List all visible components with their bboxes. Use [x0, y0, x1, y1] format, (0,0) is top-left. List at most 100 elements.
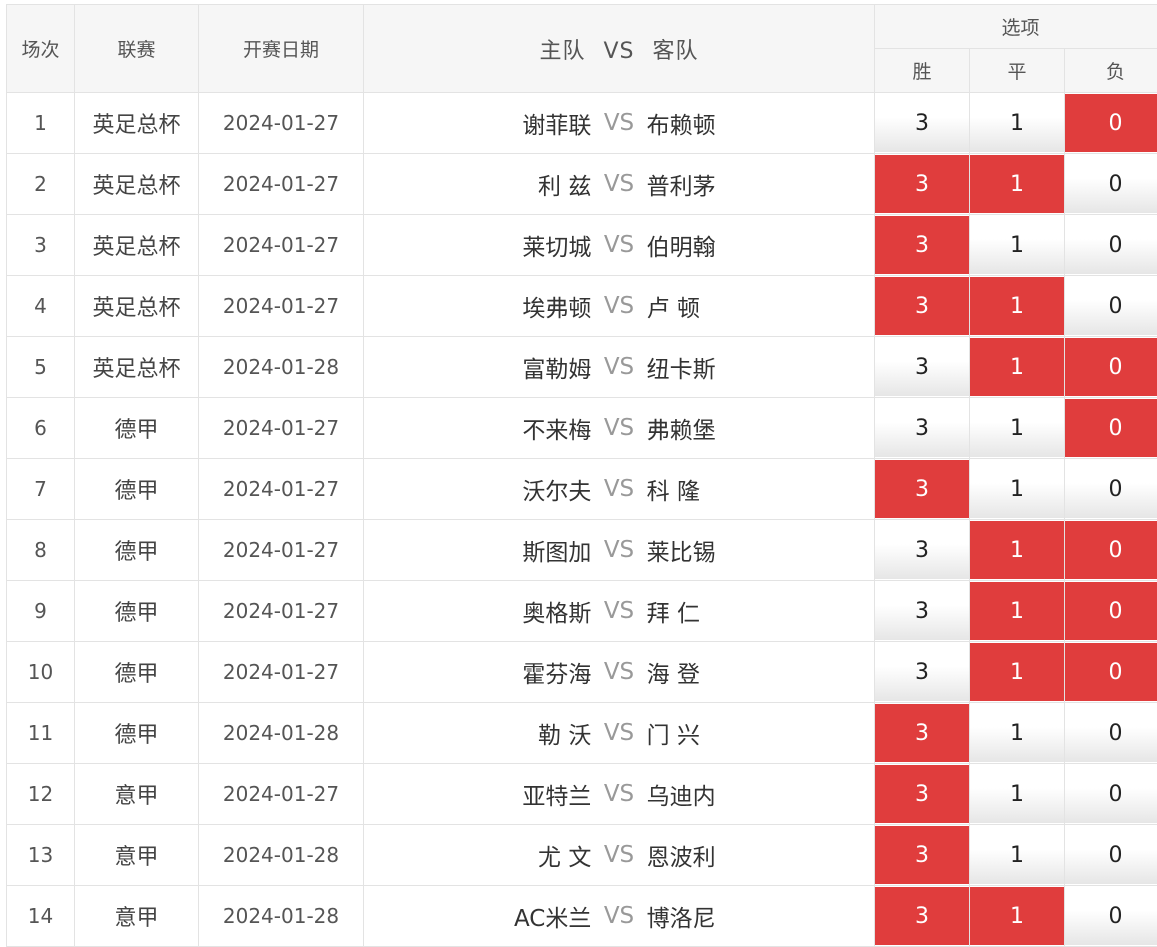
draw-option-button[interactable]: 1 — [970, 826, 1064, 884]
match-index: 12 — [7, 764, 75, 825]
away-team: 海 登 — [647, 655, 874, 689]
draw-option-button[interactable]: 1 — [970, 277, 1064, 335]
draw-option-button[interactable]: 1 — [970, 216, 1064, 274]
draw-option-button[interactable]: 1 — [970, 887, 1064, 945]
match-league: 德甲 — [75, 642, 199, 703]
home-team: 斯图加 — [364, 533, 591, 567]
draw-option-button[interactable]: 1 — [970, 460, 1064, 518]
match-teams: 埃弗顿VS卢 顿 — [364, 276, 875, 337]
lose-option-button[interactable]: 0 — [1065, 765, 1157, 823]
table-row: 10德甲2024-01-27霍芬海VS海 登310 — [7, 642, 1157, 703]
lose-option-button[interactable]: 0 — [1065, 155, 1157, 213]
home-team: 富勒姆 — [364, 350, 591, 384]
lose-option-button[interactable]: 0 — [1065, 216, 1157, 274]
lose-option-button[interactable]: 0 — [1065, 887, 1157, 945]
home-team: 勒 沃 — [364, 716, 591, 750]
win-cell: 3 — [875, 520, 970, 581]
win-option-button[interactable]: 3 — [875, 216, 969, 274]
draw-cell: 1 — [970, 886, 1065, 947]
match-teams: 沃尔夫VS科 隆 — [364, 459, 875, 520]
lose-option-button[interactable]: 0 — [1065, 521, 1157, 579]
draw-option-button[interactable]: 1 — [970, 765, 1064, 823]
lose-cell: 0 — [1065, 764, 1157, 825]
home-team: 谢菲联 — [364, 106, 591, 140]
draw-option-button[interactable]: 1 — [970, 704, 1064, 762]
match-index: 5 — [7, 337, 75, 398]
draw-cell: 1 — [970, 520, 1065, 581]
match-league: 德甲 — [75, 581, 199, 642]
match-index: 4 — [7, 276, 75, 337]
table-row: 4英足总杯2024-01-27埃弗顿VS卢 顿310 — [7, 276, 1157, 337]
match-league: 意甲 — [75, 764, 199, 825]
away-team: 纽卡斯 — [647, 350, 874, 384]
table-row: 2英足总杯2024-01-27利 兹VS普利茅310 — [7, 154, 1157, 215]
match-index: 14 — [7, 886, 75, 947]
match-league: 英足总杯 — [75, 154, 199, 215]
lose-option-button[interactable]: 0 — [1065, 643, 1157, 701]
lose-option-button[interactable]: 0 — [1065, 826, 1157, 884]
vs-label: VS — [591, 354, 646, 380]
vs-label: VS — [591, 171, 646, 197]
vs-label: VS — [591, 232, 646, 258]
win-option-button[interactable]: 3 — [875, 887, 969, 945]
match-league: 英足总杯 — [75, 276, 199, 337]
match-league: 德甲 — [75, 459, 199, 520]
match-index: 13 — [7, 825, 75, 886]
match-index: 11 — [7, 703, 75, 764]
win-option-button[interactable]: 3 — [875, 460, 969, 518]
draw-cell: 1 — [970, 825, 1065, 886]
win-cell: 3 — [875, 764, 970, 825]
draw-option-button[interactable]: 1 — [970, 521, 1064, 579]
home-team: 尤 文 — [364, 838, 591, 872]
lose-cell: 0 — [1065, 215, 1157, 276]
header-away: 客队 — [653, 39, 699, 64]
draw-option-button[interactable]: 1 — [970, 155, 1064, 213]
match-date: 2024-01-27 — [199, 764, 364, 825]
win-option-button[interactable]: 3 — [875, 704, 969, 762]
match-teams: 亚特兰VS乌迪内 — [364, 764, 875, 825]
away-team: 拜 仁 — [647, 594, 874, 628]
win-option-button[interactable]: 3 — [875, 582, 969, 640]
vs-label: VS — [591, 598, 646, 624]
lose-cell: 0 — [1065, 642, 1157, 703]
home-team: 奥格斯 — [364, 594, 591, 628]
away-team: 弗赖堡 — [647, 411, 874, 445]
header-options: 选项 — [875, 5, 1157, 49]
draw-cell: 1 — [970, 276, 1065, 337]
draw-option-button[interactable]: 1 — [970, 643, 1064, 701]
match-league: 意甲 — [75, 825, 199, 886]
match-teams: 勒 沃VS门 兴 — [364, 703, 875, 764]
match-date: 2024-01-27 — [199, 581, 364, 642]
lose-option-button[interactable]: 0 — [1065, 94, 1157, 152]
lose-option-button[interactable]: 0 — [1065, 582, 1157, 640]
win-option-button[interactable]: 3 — [875, 399, 969, 457]
lose-option-button[interactable]: 0 — [1065, 338, 1157, 396]
win-option-button[interactable]: 3 — [875, 155, 969, 213]
match-league: 英足总杯 — [75, 337, 199, 398]
lose-option-button[interactable]: 0 — [1065, 399, 1157, 457]
draw-option-button[interactable]: 1 — [970, 582, 1064, 640]
win-option-button[interactable]: 3 — [875, 338, 969, 396]
header-index: 场次 — [7, 5, 75, 93]
win-option-button[interactable]: 3 — [875, 765, 969, 823]
draw-option-button[interactable]: 1 — [970, 338, 1064, 396]
match-date: 2024-01-28 — [199, 825, 364, 886]
win-option-button[interactable]: 3 — [875, 643, 969, 701]
lose-cell: 0 — [1065, 886, 1157, 947]
lose-option-button[interactable]: 0 — [1065, 704, 1157, 762]
lose-cell: 0 — [1065, 581, 1157, 642]
match-date: 2024-01-28 — [199, 337, 364, 398]
win-option-button[interactable]: 3 — [875, 521, 969, 579]
vs-label: VS — [591, 476, 646, 502]
draw-option-button[interactable]: 1 — [970, 94, 1064, 152]
win-option-button[interactable]: 3 — [875, 94, 969, 152]
win-option-button[interactable]: 3 — [875, 826, 969, 884]
lose-option-button[interactable]: 0 — [1065, 460, 1157, 518]
draw-option-button[interactable]: 1 — [970, 399, 1064, 457]
match-league: 英足总杯 — [75, 215, 199, 276]
lose-option-button[interactable]: 0 — [1065, 277, 1157, 335]
match-teams: 不来梅VS弗赖堡 — [364, 398, 875, 459]
header-match: 主队 VS 客队 — [364, 5, 875, 93]
match-table: 场次 联赛 开赛日期 主队 VS 客队 选项 胜 平 负 1英足总杯2024-0… — [6, 4, 1157, 947]
win-option-button[interactable]: 3 — [875, 277, 969, 335]
